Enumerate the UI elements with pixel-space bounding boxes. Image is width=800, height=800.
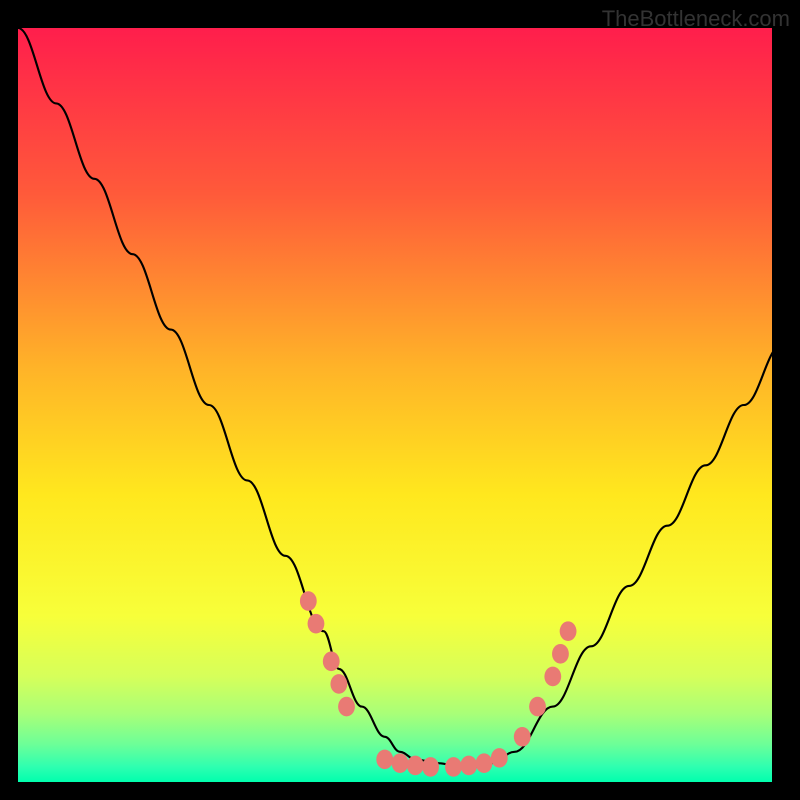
curve-dot (544, 667, 561, 687)
curve-dot (338, 697, 355, 717)
curve-dot (422, 757, 439, 777)
curve-dot (514, 727, 531, 747)
curve-dot (330, 674, 347, 694)
watermark-text: TheBottleneck.com (602, 6, 790, 32)
curve-dot (491, 748, 508, 768)
curve-dot (323, 652, 340, 672)
curve-dot (300, 591, 317, 611)
curve-dot (460, 756, 477, 776)
curve-layer (18, 28, 782, 782)
curve-dot (392, 753, 409, 773)
curve-dot (308, 614, 325, 634)
curve-dot (445, 757, 462, 777)
plot-area (18, 28, 782, 782)
curve-dot (376, 750, 393, 770)
curve-dot (476, 753, 493, 773)
curve-dot (529, 697, 546, 717)
bottleneck-curve (18, 28, 782, 767)
curve-dot (552, 644, 569, 664)
curve-dot (560, 621, 577, 641)
curve-dots (300, 591, 577, 776)
chart-container: TheBottleneck.com (0, 0, 800, 800)
curve-dot (407, 756, 424, 776)
